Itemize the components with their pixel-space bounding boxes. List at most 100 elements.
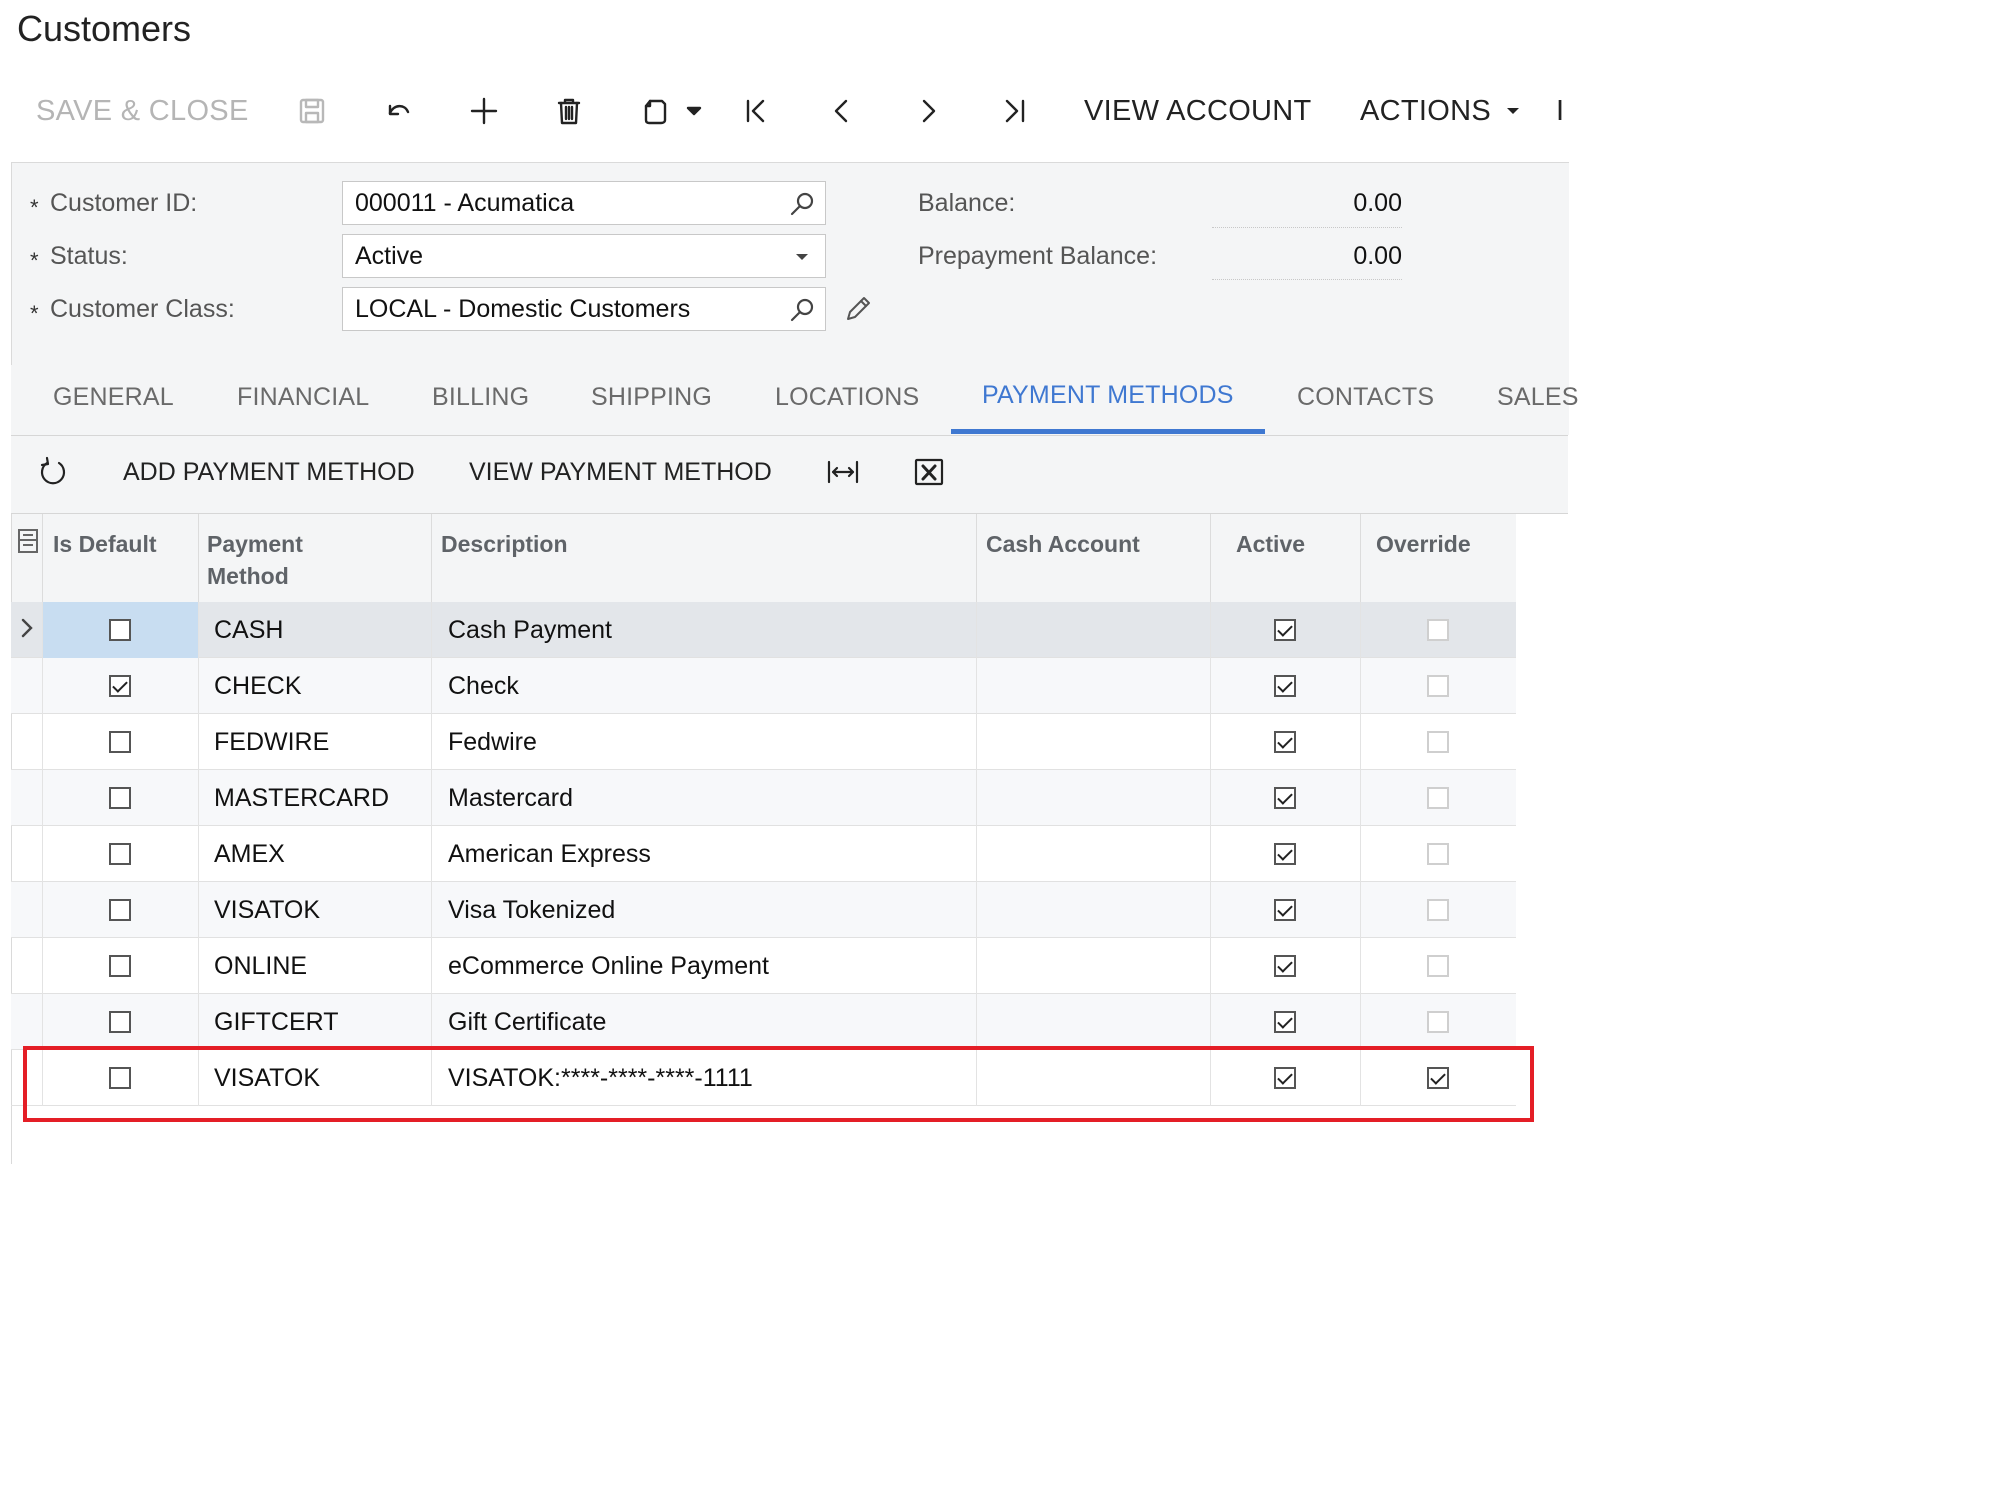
- column-divider: [976, 714, 977, 770]
- edit-icon[interactable]: [842, 293, 874, 325]
- table-row[interactable]: AMEX American Express: [11, 826, 1516, 882]
- column-description[interactable]: Description: [431, 514, 976, 602]
- refresh-icon[interactable]: [35, 454, 71, 490]
- active-checkbox[interactable]: [1274, 843, 1296, 865]
- override-checkbox[interactable]: [1427, 955, 1449, 977]
- is-default-checkbox[interactable]: [109, 731, 131, 753]
- column-header-cash-account: Cash Account: [986, 531, 1140, 557]
- dropdown-arrow-icon[interactable]: [676, 90, 712, 132]
- column-divider: [42, 770, 43, 826]
- tab-shipping[interactable]: SHIPPING: [591, 383, 712, 412]
- search-icon[interactable]: [787, 189, 817, 219]
- description-cell[interactable]: eCommerce Online Payment: [448, 938, 769, 994]
- add-payment-method-button[interactable]: ADD PAYMENT METHOD: [123, 458, 415, 487]
- description-cell[interactable]: Fedwire: [448, 714, 537, 770]
- table-row[interactable]: CASH Cash Payment: [11, 602, 1516, 658]
- tab-general[interactable]: GENERAL: [53, 383, 174, 412]
- tab-billing[interactable]: BILLING: [432, 383, 529, 412]
- table-row[interactable]: MASTERCARD Mastercard: [11, 770, 1516, 826]
- column-divider: [1210, 658, 1211, 714]
- is-default-checkbox[interactable]: [109, 955, 131, 977]
- delete-icon[interactable]: [549, 90, 589, 132]
- column-is-default[interactable]: Is Default: [42, 514, 198, 602]
- override-checkbox[interactable]: [1427, 731, 1449, 753]
- payment-method-cell[interactable]: VISATOK: [214, 882, 320, 938]
- next-record-icon[interactable]: [908, 90, 948, 132]
- customer-class-field[interactable]: LOCAL - Domestic Customers: [342, 287, 826, 331]
- copy-paste-icon[interactable]: [635, 90, 675, 132]
- override-checkbox[interactable]: [1427, 675, 1449, 697]
- description-cell[interactable]: Mastercard: [448, 770, 573, 826]
- is-default-checkbox[interactable]: [109, 675, 131, 697]
- override-checkbox[interactable]: [1427, 899, 1449, 921]
- column-divider: [1360, 770, 1361, 826]
- column-override[interactable]: Override: [1360, 514, 1516, 602]
- is-default-checkbox[interactable]: [109, 1011, 131, 1033]
- description-cell[interactable]: Gift Certificate: [448, 994, 606, 1050]
- active-checkbox[interactable]: [1274, 899, 1296, 921]
- previous-record-icon[interactable]: [822, 90, 862, 132]
- export-excel-icon[interactable]: [911, 454, 947, 490]
- is-default-checkbox[interactable]: [109, 843, 131, 865]
- payment-method-cell[interactable]: ONLINE: [214, 938, 307, 994]
- view-payment-method-button[interactable]: VIEW PAYMENT METHOD: [469, 458, 772, 487]
- column-header-active: Active: [1236, 531, 1306, 557]
- row-selector-icon[interactable]: [17, 528, 39, 554]
- undo-icon[interactable]: [378, 90, 418, 132]
- tab-payment-methods[interactable]: PAYMENT METHODS: [982, 381, 1234, 410]
- payment-method-cell[interactable]: AMEX: [214, 826, 285, 882]
- table-row[interactable]: CHECK Check: [11, 658, 1516, 714]
- customer-id-field[interactable]: 000011 - Acumatica: [342, 181, 826, 225]
- column-active[interactable]: Active: [1210, 514, 1360, 602]
- active-checkbox[interactable]: [1274, 675, 1296, 697]
- column-divider: [1210, 882, 1211, 938]
- required-marker: *: [30, 195, 39, 220]
- dropdown-arrow-icon[interactable]: [787, 242, 817, 272]
- page-title: Customers: [17, 8, 192, 49]
- description-cell[interactable]: American Express: [448, 826, 651, 882]
- active-checkbox[interactable]: [1274, 1011, 1296, 1033]
- tab-locations[interactable]: LOCATIONS: [775, 383, 919, 412]
- view-account-button[interactable]: VIEW ACCOUNT: [1084, 88, 1312, 134]
- save-icon[interactable]: [292, 90, 332, 132]
- description-cell[interactable]: Visa Tokenized: [448, 882, 615, 938]
- column-cash-account[interactable]: Cash Account: [976, 514, 1210, 602]
- table-row[interactable]: ONLINE eCommerce Online Payment: [11, 938, 1516, 994]
- status-select[interactable]: Active: [342, 234, 826, 278]
- is-default-checkbox[interactable]: [109, 619, 131, 641]
- payment-method-cell[interactable]: CASH: [214, 602, 283, 658]
- payment-method-cell[interactable]: GIFTCERT: [214, 994, 339, 1050]
- is-default-checkbox[interactable]: [109, 787, 131, 809]
- column-payment-method[interactable]: Payment Method: [198, 514, 431, 602]
- save-close-button[interactable]: SAVE & CLOSE: [36, 88, 249, 134]
- last-record-icon[interactable]: [994, 90, 1034, 132]
- override-checkbox[interactable]: [1427, 619, 1449, 641]
- description-cell[interactable]: Check: [448, 658, 519, 714]
- customer-id-value: 000011 - Acumatica: [355, 189, 575, 217]
- tab-contacts[interactable]: CONTACTS: [1297, 383, 1434, 412]
- tab-financial[interactable]: FINANCIAL: [237, 383, 369, 412]
- toolbar-overflow-item[interactable]: I: [1556, 88, 1564, 134]
- table-row[interactable]: VISATOK Visa Tokenized: [11, 882, 1516, 938]
- override-checkbox[interactable]: [1427, 787, 1449, 809]
- active-checkbox[interactable]: [1274, 731, 1296, 753]
- add-icon[interactable]: [464, 90, 504, 132]
- override-checkbox[interactable]: [1427, 843, 1449, 865]
- payment-method-cell[interactable]: MASTERCARD: [214, 770, 389, 826]
- table-row[interactable]: FEDWIRE Fedwire: [11, 714, 1516, 770]
- fit-to-screen-icon[interactable]: [825, 454, 861, 490]
- is-default-checkbox[interactable]: [109, 899, 131, 921]
- override-checkbox[interactable]: [1427, 1011, 1449, 1033]
- active-checkbox[interactable]: [1274, 955, 1296, 977]
- active-checkbox[interactable]: [1274, 619, 1296, 641]
- payment-method-cell[interactable]: FEDWIRE: [214, 714, 329, 770]
- tab-sales[interactable]: SALES: [1497, 383, 1579, 412]
- actions-menu-button[interactable]: ACTIONS: [1360, 88, 1523, 134]
- first-record-icon[interactable]: [736, 90, 776, 132]
- active-checkbox[interactable]: [1274, 787, 1296, 809]
- column-divider: [1360, 826, 1361, 882]
- description-cell[interactable]: Cash Payment: [448, 602, 612, 658]
- search-icon[interactable]: [787, 295, 817, 325]
- payment-method-cell[interactable]: CHECK: [214, 658, 302, 714]
- table-row[interactable]: GIFTCERT Gift Certificate: [11, 994, 1516, 1050]
